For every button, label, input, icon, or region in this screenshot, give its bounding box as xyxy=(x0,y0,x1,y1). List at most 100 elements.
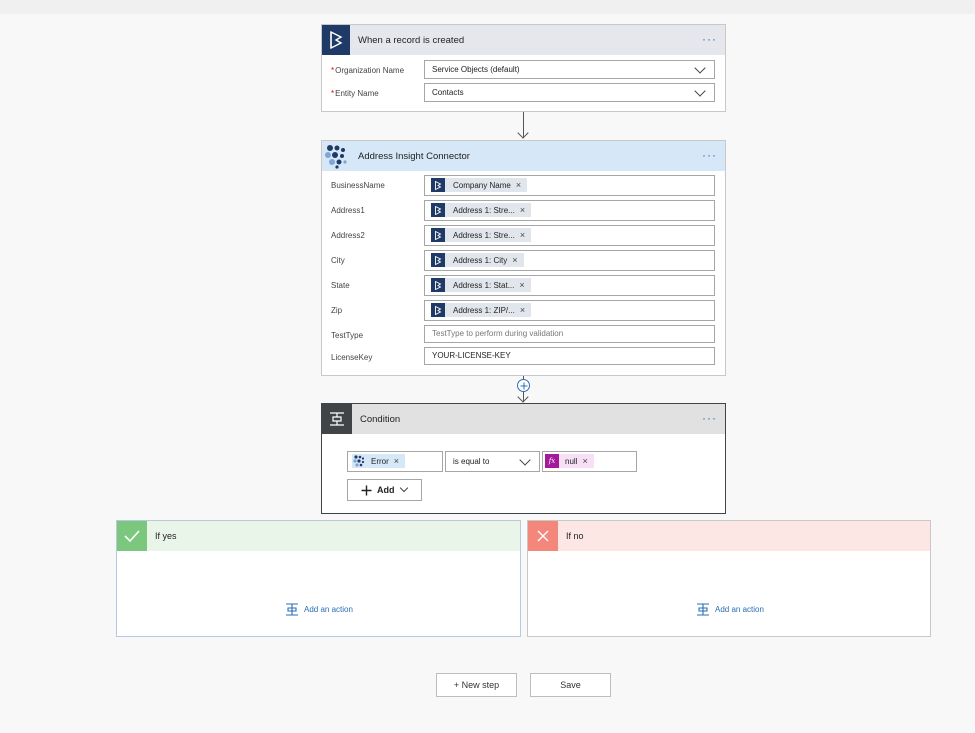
organization-name-dropdown[interactable]: Service Objects (default) xyxy=(424,60,715,79)
remove-token-icon[interactable]: × xyxy=(512,255,517,265)
condition-header[interactable]: Condition ··· xyxy=(322,404,725,434)
city-label: City xyxy=(331,256,345,265)
condition-icon xyxy=(322,404,352,434)
licensekey-row: LicenseKey YOUR-LICENSE-KEY xyxy=(322,347,725,369)
dynamics-icon xyxy=(431,228,445,242)
chevron-down-icon xyxy=(519,454,531,466)
address2-field[interactable]: Address 1: Stre... × xyxy=(424,225,715,246)
dynamics-icon xyxy=(431,178,445,192)
state-field[interactable]: Address 1: Stat... × xyxy=(424,275,715,296)
condition-card: Condition ··· Error × is equal to fx nul… xyxy=(321,403,726,514)
if-yes-add-action-link[interactable]: Add an action xyxy=(285,603,353,616)
connector-header[interactable]: Address Insight Connector ··· xyxy=(322,141,725,171)
testtype-row: TestType TestType to perform during vali… xyxy=(322,325,725,347)
businessname-field[interactable]: Company Name × xyxy=(424,175,715,196)
testtype-input[interactable]: TestType to perform during validation xyxy=(424,325,715,343)
connector-title: Address Insight Connector xyxy=(358,150,470,162)
licensekey-value: YOUR-LICENSE-KEY xyxy=(432,351,511,360)
chevron-down-icon xyxy=(694,62,706,74)
company-name-token[interactable]: Company Name × xyxy=(431,178,528,192)
chevron-down-icon xyxy=(399,483,408,493)
condition-title: Condition xyxy=(360,413,401,425)
remove-token-icon[interactable]: × xyxy=(520,230,525,240)
zip-field[interactable]: Address 1: ZIP/... × xyxy=(424,300,715,321)
address1-field[interactable]: Address 1: Stre... × xyxy=(424,200,715,221)
address2-label: Address2 xyxy=(331,231,365,240)
condition-menu-button[interactable]: ··· xyxy=(702,412,717,424)
flow-arrow-icon xyxy=(517,391,529,403)
if-no-header[interactable]: If no xyxy=(528,521,930,551)
state-row: State Address 1: Stat... × xyxy=(322,275,725,297)
dynamics-icon xyxy=(431,303,445,317)
entity-name-row: *Entity Name Contacts xyxy=(322,83,725,105)
state-label: State xyxy=(331,281,350,290)
testtype-placeholder: TestType to perform during validation xyxy=(432,329,564,338)
remove-token-icon[interactable]: × xyxy=(520,305,525,315)
function-icon: fx xyxy=(545,454,559,468)
insert-step-plus-icon[interactable] xyxy=(517,379,530,392)
chevron-down-icon xyxy=(694,85,706,97)
close-icon xyxy=(528,521,558,551)
if-no-branch: If no Add an action xyxy=(527,520,931,637)
add-condition-button[interactable]: Add xyxy=(347,479,422,501)
new-step-button[interactable]: + New step xyxy=(436,673,517,697)
remove-token-icon[interactable]: × xyxy=(520,205,525,215)
operator-value: is equal to xyxy=(453,457,490,466)
if-yes-branch: If yes Add an action xyxy=(116,520,521,637)
organization-name-label: *Organization Name xyxy=(331,66,405,75)
remove-token-icon[interactable]: × xyxy=(394,456,399,466)
state-token[interactable]: Address 1: Stat... × xyxy=(431,278,531,292)
dynamics-icon xyxy=(431,203,445,217)
dynamics-icon xyxy=(322,25,350,55)
top-strip xyxy=(0,0,975,14)
error-token[interactable]: Error × xyxy=(352,454,406,468)
businessname-row: BusinessName Company Name × xyxy=(322,175,725,197)
address1-row: Address1 Address 1: Stre... × xyxy=(322,200,725,222)
condition-right-operand[interactable]: fx null × xyxy=(542,451,637,472)
dynamics-icon xyxy=(431,253,445,267)
add-action-icon xyxy=(286,603,298,616)
trigger-menu-button[interactable]: ··· xyxy=(702,33,717,45)
condition-left-operand[interactable]: Error × xyxy=(347,451,443,472)
organization-name-value: Service Objects (default) xyxy=(432,65,520,74)
address2-row: Address2 Address 1: Stre... × xyxy=(322,225,725,247)
if-no-add-action-link[interactable]: Add an action xyxy=(696,603,764,616)
if-yes-header[interactable]: If yes xyxy=(117,521,520,551)
dots-logo-icon xyxy=(352,454,366,468)
address1-label: Address1 xyxy=(331,206,365,215)
remove-token-icon[interactable]: × xyxy=(516,180,521,190)
flow-arrow-icon xyxy=(517,127,529,139)
entity-name-label: *Entity Name xyxy=(331,89,379,98)
save-button[interactable]: Save xyxy=(530,673,611,697)
if-no-title: If no xyxy=(566,531,584,541)
organization-name-row: *Organization Name Service Objects (defa… xyxy=(322,60,725,82)
add-action-icon xyxy=(697,603,709,616)
licensekey-input[interactable]: YOUR-LICENSE-KEY xyxy=(424,347,715,365)
address1-token[interactable]: Address 1: Stre... × xyxy=(431,203,532,217)
connector-menu-button[interactable]: ··· xyxy=(702,149,717,161)
remove-token-icon[interactable]: × xyxy=(519,280,524,290)
trigger-header[interactable]: When a record is created ··· xyxy=(322,25,725,55)
city-field[interactable]: Address 1: City × xyxy=(424,250,715,271)
null-expression-token[interactable]: fx null × xyxy=(545,454,594,468)
zip-label: Zip xyxy=(331,306,343,315)
city-token[interactable]: Address 1: City × xyxy=(431,253,524,267)
check-icon xyxy=(117,521,147,551)
zip-token[interactable]: Address 1: ZIP/... × xyxy=(431,303,532,317)
testtype-label: TestType xyxy=(331,331,364,340)
connector-card: Address Insight Connector ··· BusinessNa… xyxy=(321,140,726,376)
dots-logo-icon xyxy=(322,141,350,171)
licensekey-label: LicenseKey xyxy=(331,353,373,362)
zip-row: Zip Address 1: ZIP/... × xyxy=(322,300,725,322)
operator-dropdown[interactable]: is equal to xyxy=(445,451,540,472)
entity-name-value: Contacts xyxy=(432,88,464,97)
city-row: City Address 1: City × xyxy=(322,250,725,272)
entity-name-dropdown[interactable]: Contacts xyxy=(424,83,715,102)
remove-token-icon[interactable]: × xyxy=(582,456,587,466)
trigger-card: When a record is created ··· *Organizati… xyxy=(321,24,726,112)
dynamics-icon xyxy=(431,278,445,292)
address2-token[interactable]: Address 1: Stre... × xyxy=(431,228,532,242)
add-condition-label: Add xyxy=(377,485,395,495)
plus-icon xyxy=(361,485,372,495)
if-yes-title: If yes xyxy=(155,531,177,541)
